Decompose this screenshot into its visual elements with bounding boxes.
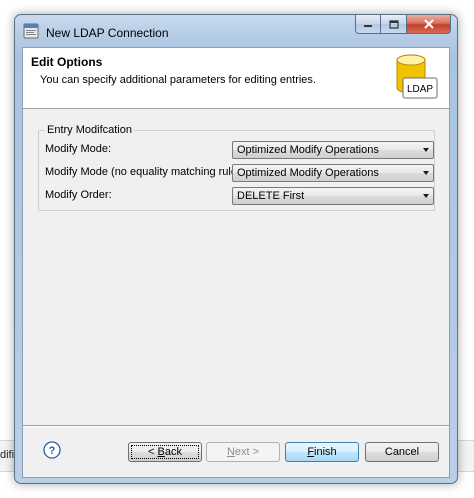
page-title: Edit Options <box>31 55 103 69</box>
finish-button-mnemonic: F <box>307 446 315 458</box>
maximize-button[interactable] <box>381 15 407 34</box>
close-icon <box>423 19 434 29</box>
ldap-icon-label: LDAP <box>407 84 433 95</box>
entry-modification-group: Entry Modifcation Modify Mode: Optimized… <box>38 124 435 211</box>
cancel-button[interactable]: Cancel <box>365 442 439 462</box>
help-button[interactable]: ? <box>43 441 61 459</box>
modify-mode-value: Optimized Modify Operations <box>237 144 379 156</box>
modify-mode-no-equality-label: Modify Mode (no equality matching rule): <box>45 166 244 178</box>
modify-mode-no-equality-select[interactable]: Optimized Modify Operations <box>232 164 434 182</box>
caption-buttons <box>355 15 451 34</box>
chevron-down-icon <box>423 171 429 175</box>
maximize-icon <box>388 19 399 29</box>
chevron-down-icon <box>423 148 429 152</box>
finish-button[interactable]: Finish <box>285 442 359 462</box>
chevron-down-icon <box>423 194 429 198</box>
modify-mode-label: Modify Mode: <box>45 143 112 155</box>
button-bar-separator <box>23 425 449 427</box>
help-icon: ? <box>49 445 56 457</box>
next-button[interactable]: Next > <box>206 442 280 462</box>
back-button[interactable]: < Back <box>128 442 202 462</box>
wizard-header: Edit Options You can specify additional … <box>23 48 449 109</box>
dialog-window: New LDAP Connection Edit Options You can… <box>14 14 458 484</box>
window-title: New LDAP Connection <box>46 26 169 40</box>
close-button[interactable] <box>407 15 451 34</box>
dialog-client-area: Edit Options You can specify additional … <box>22 47 450 478</box>
minimize-button[interactable] <box>355 15 381 34</box>
modify-order-value: DELETE First <box>237 190 305 202</box>
finish-button-rest: inish <box>314 446 337 458</box>
next-button-mnemonic: N <box>226 446 235 458</box>
back-button-rest: ack <box>164 446 182 458</box>
modify-mode-no-equality-value: Optimized Modify Operations <box>237 167 379 179</box>
modify-mode-select[interactable]: Optimized Modify Operations <box>232 141 434 159</box>
title-bar[interactable]: New LDAP Connection <box>15 15 457 47</box>
modify-order-select[interactable]: DELETE First <box>232 187 434 205</box>
ldap-database-icon: LDAP <box>396 54 438 99</box>
back-button-mnemonic: B <box>157 446 165 458</box>
next-button-rest: ext > <box>234 446 260 458</box>
page-description: You can specify additional parameters fo… <box>40 74 316 86</box>
modify-order-label: Modify Order: <box>45 189 112 201</box>
minimize-icon <box>364 25 372 27</box>
group-legend: Entry Modifcation <box>45 124 134 136</box>
app-icon <box>23 23 39 39</box>
back-button-prefix: < <box>148 446 158 458</box>
